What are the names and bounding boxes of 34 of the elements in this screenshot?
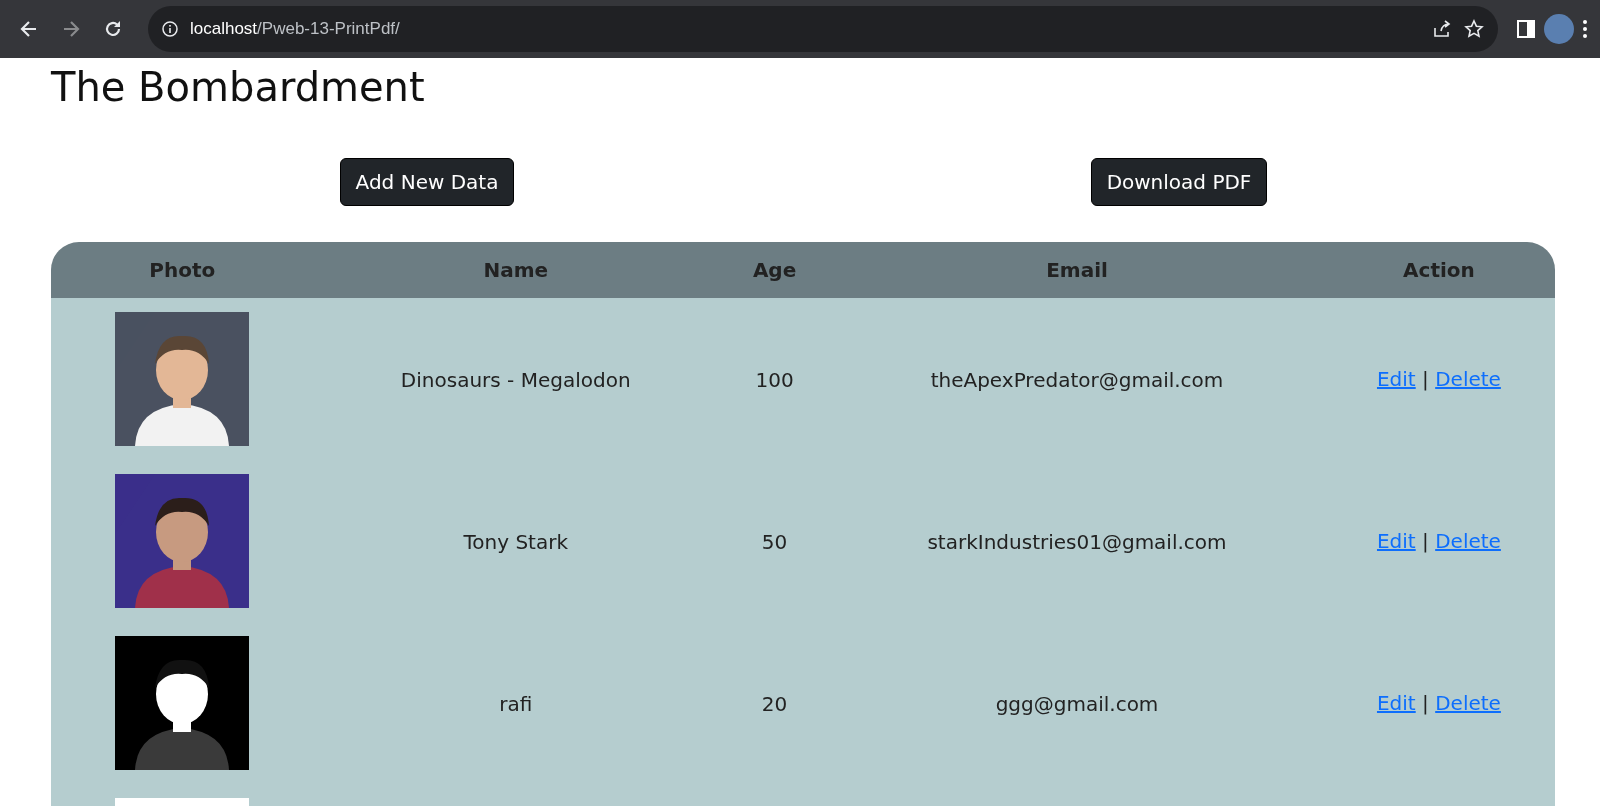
email-header: Email: [831, 242, 1323, 298]
edit-link[interactable]: Edit: [1376, 367, 1416, 391]
age-cell: 50: [761, 529, 788, 554]
name-header: Name: [313, 242, 718, 298]
edit-link[interactable]: Edit: [1376, 691, 1416, 715]
delete-link[interactable]: Delete: [1435, 529, 1501, 553]
email-cell: theApexPredator@gmail.com: [930, 367, 1224, 392]
email-cell: starkIndustries01@gmail.com: [927, 529, 1227, 554]
page-title: The Bombardment: [51, 63, 426, 112]
age-cell: 20: [761, 691, 788, 716]
separator-text: |: [1422, 367, 1429, 391]
separator-text: |: [1422, 529, 1429, 553]
name-cell: Dinosaurs - Megalodon: [400, 367, 631, 392]
age-cell: 100: [755, 367, 794, 392]
delete-link[interactable]: Delete: [1435, 691, 1501, 715]
avatar-icon[interactable]: [1544, 14, 1574, 44]
address-bar[interactable]: localhost/Pweb-13-PrintPdf/: [148, 6, 1498, 52]
age-header: Age: [717, 242, 832, 298]
email-cell: ggg@gmail.com: [995, 691, 1159, 716]
side-panel-icon[interactable]: [1516, 19, 1536, 39]
info-icon: [162, 21, 178, 37]
url-text: localhost/Pweb-13-PrintPdf/: [190, 19, 401, 39]
delete-link[interactable]: Delete: [1435, 367, 1501, 391]
menu-icon[interactable]: [1582, 19, 1588, 39]
photo-header: Photo: [51, 242, 314, 298]
share-icon[interactable]: [1432, 19, 1452, 39]
separator-text: |: [1422, 691, 1429, 715]
edit-link[interactable]: Edit: [1376, 529, 1416, 553]
name-cell: rafi: [499, 691, 533, 716]
download-pdf-button[interactable]: Download PDF: [1090, 158, 1268, 206]
name-cell: Tony Stark: [463, 529, 568, 554]
star-icon[interactable]: [1464, 19, 1484, 39]
action-header: Action: [1322, 242, 1555, 298]
add-data-button[interactable]: Add New Data: [339, 158, 515, 206]
